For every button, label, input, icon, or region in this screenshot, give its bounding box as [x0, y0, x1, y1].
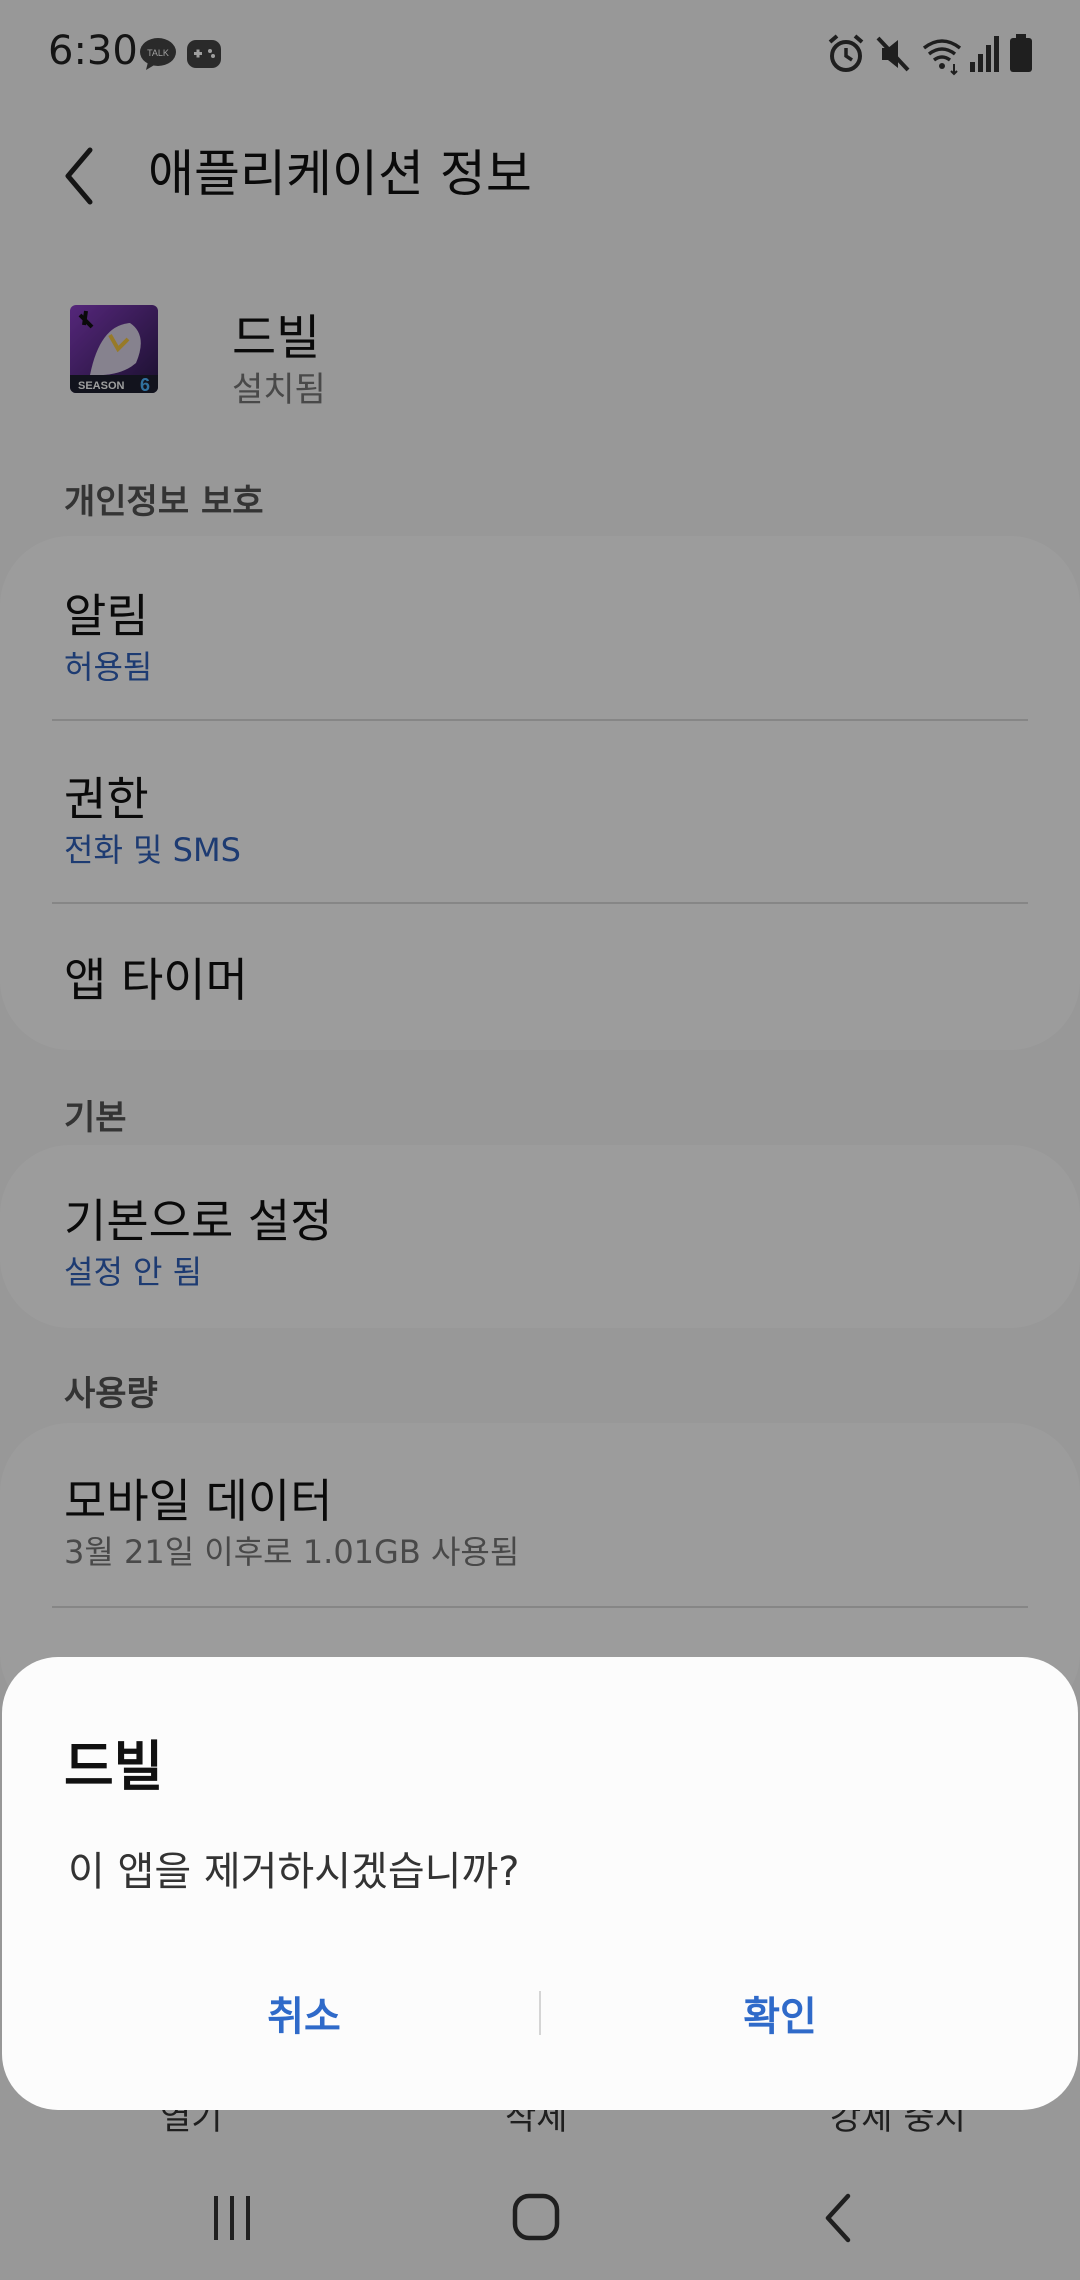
dialog-message: 이 앱을 제거하시겠습니까? — [68, 1849, 520, 1895]
cancel-button[interactable]: 취소 — [64, 1977, 544, 2057]
dialog-title: 드빌 — [64, 1735, 164, 1798]
app-info-screen: 6:30 TALK 애플리케이션 정보 SEASON 6 드빌 설치됨 개인정보… — [0, 0, 1080, 2280]
uninstall-dialog: 드빌 이 앱을 제거하시겠습니까? 취소 확인 — [2, 1657, 1078, 2110]
confirm-button[interactable]: 확인 — [540, 1977, 1020, 2057]
